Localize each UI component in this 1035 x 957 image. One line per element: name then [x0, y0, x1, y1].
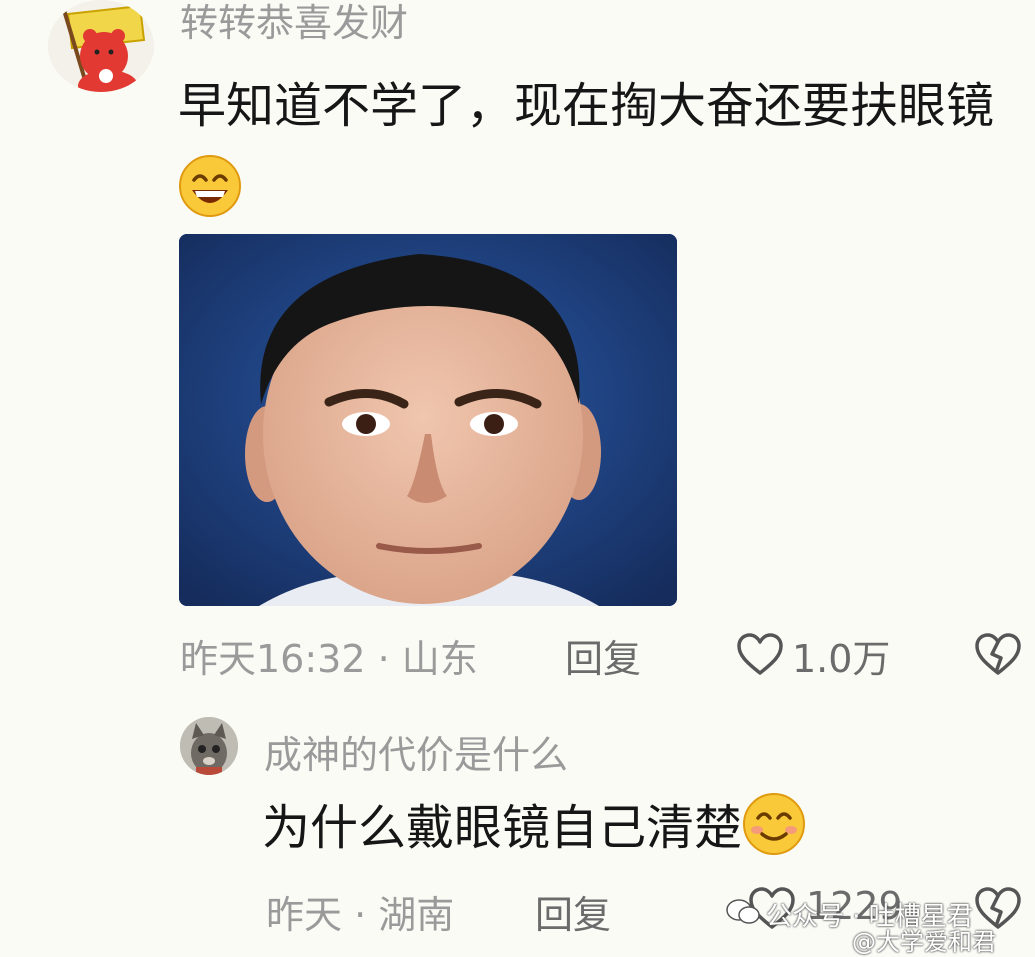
comment-text-content: 早知道不学了，现在掏大奋还要扶眼镜	[178, 78, 995, 134]
cat-avatar-icon	[180, 717, 238, 775]
replier-username[interactable]: 成神的代价是什么	[264, 724, 568, 779]
reply-text: 为什么戴眼镜自己清楚	[262, 792, 1002, 875]
comment-time-location: 昨天16:32 · 山东	[180, 637, 478, 681]
reply-text-content: 为什么戴眼镜自己清楚	[262, 800, 743, 856]
comment-image[interactable]	[179, 234, 677, 606]
replier-avatar[interactable]	[180, 717, 238, 775]
watermark-weibo-handle: @大学爱和君	[852, 928, 996, 956]
commenter-username[interactable]: 转转恭喜发财	[180, 0, 408, 47]
commenter-avatar[interactable]	[48, 0, 154, 92]
smiling-face-icon	[742, 792, 806, 875]
comment-text: 早知道不学了，现在掏大奋还要扶眼镜	[178, 64, 1018, 244]
heart-icon[interactable]	[736, 632, 784, 676]
like-count: 1.0万	[792, 637, 891, 681]
grinning-face-icon	[178, 154, 242, 244]
broken-heart-icon[interactable]	[974, 632, 1022, 676]
wechat-icon	[726, 898, 760, 926]
man-face-photo	[179, 234, 677, 606]
reply-time-location: 昨天 · 湖南	[266, 893, 455, 937]
reply-button[interactable]: 回复	[565, 628, 641, 683]
red-bear-flag-avatar-icon	[48, 0, 154, 92]
reply-button[interactable]: 回复	[535, 884, 611, 939]
